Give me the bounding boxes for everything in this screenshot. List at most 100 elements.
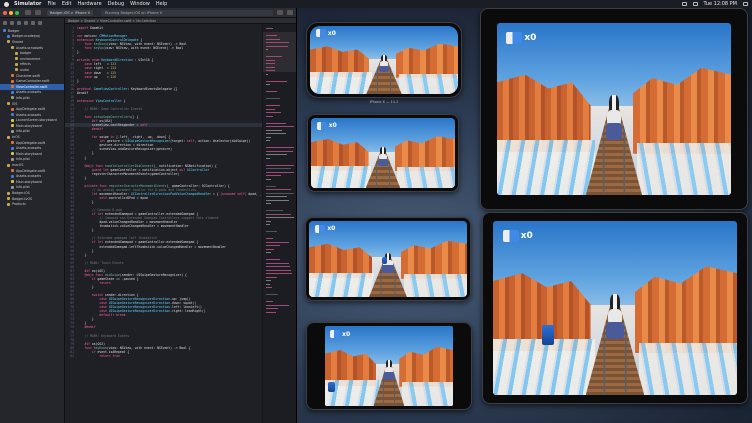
toggle-inspector-button[interactable] — [287, 10, 293, 15]
minimap-line — [266, 150, 293, 152]
symbol-icon[interactable] — [17, 21, 21, 25]
left-tile-floor — [309, 272, 376, 297]
menu-help[interactable]: Help — [156, 1, 167, 7]
simulator-iphone-x[interactable]: x0 — [306, 22, 462, 98]
left-tile-floor — [311, 165, 372, 188]
minimap-line — [266, 70, 276, 71]
menu-clock[interactable]: Tue 12:08 PM — [704, 1, 737, 7]
code-token: as? — [179, 167, 187, 172]
find-icon[interactable] — [24, 21, 28, 25]
score-count: x0 — [524, 32, 537, 43]
code-token: dpad, _, _ — [248, 191, 262, 196]
file-icon — [11, 157, 14, 161]
file-icon — [11, 152, 14, 156]
minimap-line — [266, 283, 270, 285]
game-screen[interactable]: x0 — [309, 221, 467, 297]
menu-window[interactable]: Window — [130, 1, 150, 7]
minimap-line — [266, 42, 289, 43]
collectible-icon — [316, 121, 327, 130]
code-token: #endif — [91, 127, 104, 132]
code-token: [unowned self] — [220, 191, 247, 196]
search-icon[interactable] — [743, 2, 748, 6]
minimap[interactable] — [262, 24, 296, 423]
stop-button[interactable] — [35, 10, 41, 15]
source-control-icon[interactable] — [10, 21, 14, 25]
file-icon — [15, 62, 18, 66]
minimap-line — [266, 105, 280, 106]
simulator-iphone-8-plus[interactable]: x0 — [307, 114, 459, 192]
game-scene — [493, 221, 737, 395]
minimap-line — [266, 157, 270, 159]
close-window-button[interactable] — [3, 10, 7, 15]
file-icon — [7, 34, 10, 38]
minimize-window-button[interactable] — [9, 10, 13, 15]
crystal-gem — [541, 325, 554, 346]
file-icon — [11, 169, 14, 173]
simulator-iphone-se[interactable]: x0 — [306, 322, 472, 410]
crystal-gem — [381, 257, 387, 265]
run-button[interactable] — [25, 10, 31, 15]
minimap-line — [266, 126, 294, 127]
right-tile-floor — [403, 274, 467, 297]
minimap-line — [266, 220, 272, 222]
game-screen[interactable]: x0 — [311, 118, 455, 188]
code-token: : KeyboardEventsDelegate {} — [127, 86, 178, 91]
minimap-line — [266, 178, 272, 180]
game-screen[interactable]: x0 — [497, 23, 731, 195]
file-tree-label: Info.plist — [16, 95, 30, 100]
badger-character — [384, 359, 394, 381]
menu-debug[interactable]: Debug — [108, 1, 124, 7]
code-token: } — [77, 200, 94, 205]
collectible-icon — [502, 229, 519, 242]
score-hud: x0 — [330, 330, 350, 338]
wifi-icon[interactable] — [692, 2, 698, 6]
minimap-line — [266, 147, 294, 148]
code-token: } — [77, 175, 87, 180]
file-icon — [7, 163, 10, 167]
file-icon — [11, 90, 14, 94]
simulator-ipad[interactable]: x0 — [482, 212, 748, 404]
code-view[interactable]: 1 import GameKit 2 3 var motion: CMMotionMan… — [65, 24, 262, 423]
score-hud: x0 — [506, 31, 537, 44]
menu-hardware[interactable]: Hardware — [78, 1, 102, 7]
zoom-window-button[interactable] — [15, 10, 19, 15]
code-token: // MARK: Keyboard Events — [77, 333, 130, 338]
file-icon — [7, 197, 10, 201]
issue-icon[interactable] — [31, 21, 35, 25]
menu-file[interactable]: File — [47, 1, 55, 7]
game-screen[interactable]: x0 — [310, 26, 458, 94]
battery-icon[interactable] — [681, 2, 687, 6]
left-tile-floor — [310, 72, 373, 94]
simulator-ipad-pro[interactable]: x0 — [480, 8, 748, 210]
line-number: 82 — [70, 353, 74, 358]
minimap-line — [266, 280, 272, 281]
minimap-line — [266, 49, 269, 50]
scheme-selector[interactable]: Badger-iOS > iPhone X — [47, 9, 94, 16]
file-icon — [11, 141, 14, 145]
minimap-line — [266, 238, 274, 239]
game-screen[interactable]: x0 — [493, 221, 737, 395]
toggle-navigator-button[interactable] — [277, 10, 283, 15]
file-icon — [11, 174, 14, 178]
game-screen[interactable]: x0 — [325, 326, 453, 406]
file-icon — [7, 202, 10, 206]
folder-icon[interactable] — [3, 21, 7, 25]
file-tree-item[interactable]: Products — [0, 201, 64, 207]
minimap-line — [266, 168, 291, 169]
file-icon — [11, 118, 14, 122]
project-navigator: Badger Badger.xcodeproj Shared Assets.scnas… — [0, 18, 65, 423]
simulator-iphone-8[interactable]: x0 — [305, 217, 471, 301]
minimap-line — [266, 108, 275, 110]
right-tile-floor — [637, 143, 731, 195]
code-token: keyUp — [93, 46, 104, 51]
menu-edit[interactable]: Edit — [62, 1, 72, 7]
minimap-line — [266, 241, 289, 243]
test-icon[interactable] — [38, 21, 42, 25]
menu-app-name[interactable]: Simulator — [14, 1, 41, 7]
minimap-line — [266, 112, 282, 113]
code-token: ViewController — [95, 98, 122, 103]
minimap-line — [266, 28, 273, 29]
apple-icon[interactable] — [4, 1, 9, 7]
file-tree: Badger Badger.xcodeproj Shared Assets.scnas… — [0, 28, 64, 207]
file-tree-label: Badger-iOS — [12, 191, 30, 196]
